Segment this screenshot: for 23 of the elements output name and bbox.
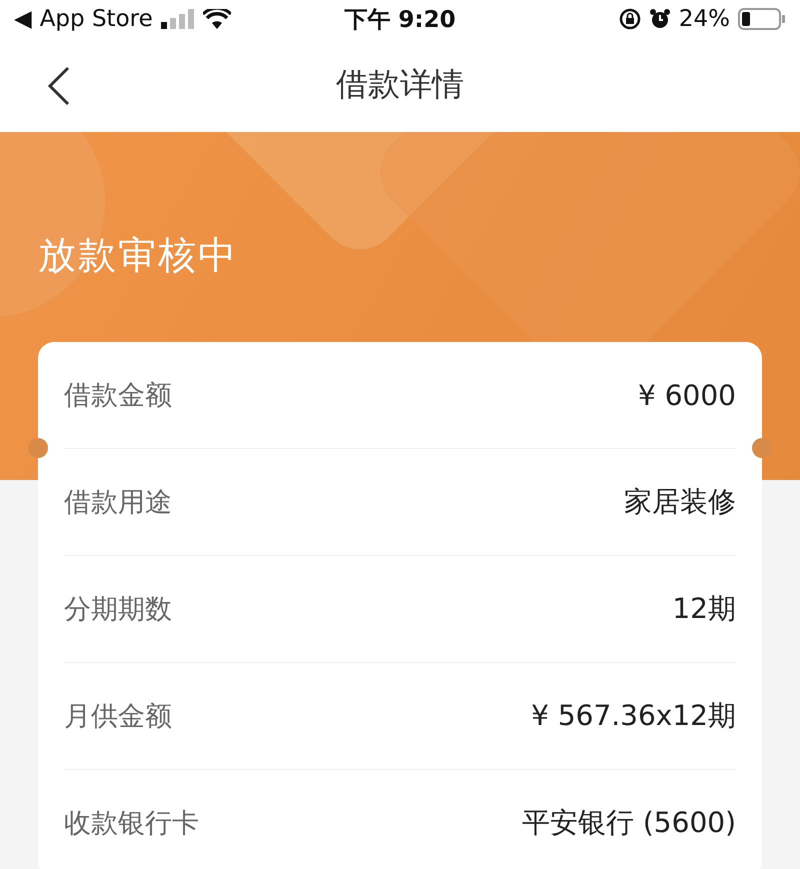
detail-value: 家居装修 — [624, 484, 736, 520]
rotation-lock-icon — [618, 8, 641, 30]
detail-label: 借款金额 — [64, 379, 172, 413]
alarm-icon — [648, 8, 671, 30]
clock-time: 下午 9:20 — [344, 6, 456, 34]
card-notch — [28, 438, 48, 458]
detail-value: ¥ 6000 — [638, 378, 736, 412]
detail-value: 平安银行 (5600) — [522, 805, 736, 841]
detail-label: 借款用途 — [64, 486, 172, 520]
detail-label: 收款银行卡 — [64, 807, 199, 841]
battery-icon — [738, 8, 786, 30]
page-title: 借款详情 — [336, 64, 464, 105]
battery-percent: 24% — [678, 6, 730, 32]
signal-icon — [160, 9, 195, 29]
back-to-app-glyph[interactable]: ◀ — [14, 6, 32, 32]
card-notch — [752, 438, 772, 458]
back-app-name[interactable]: App Store — [40, 6, 153, 32]
detail-value: ¥ 567.36x12期 — [531, 698, 736, 734]
loan-status: 放款审核中 — [38, 232, 238, 279]
detail-label: 月供金额 — [64, 700, 172, 734]
detail-label: 分期期数 — [64, 593, 172, 627]
wifi-icon — [202, 9, 231, 29]
detail-value: 12期 — [672, 591, 736, 627]
